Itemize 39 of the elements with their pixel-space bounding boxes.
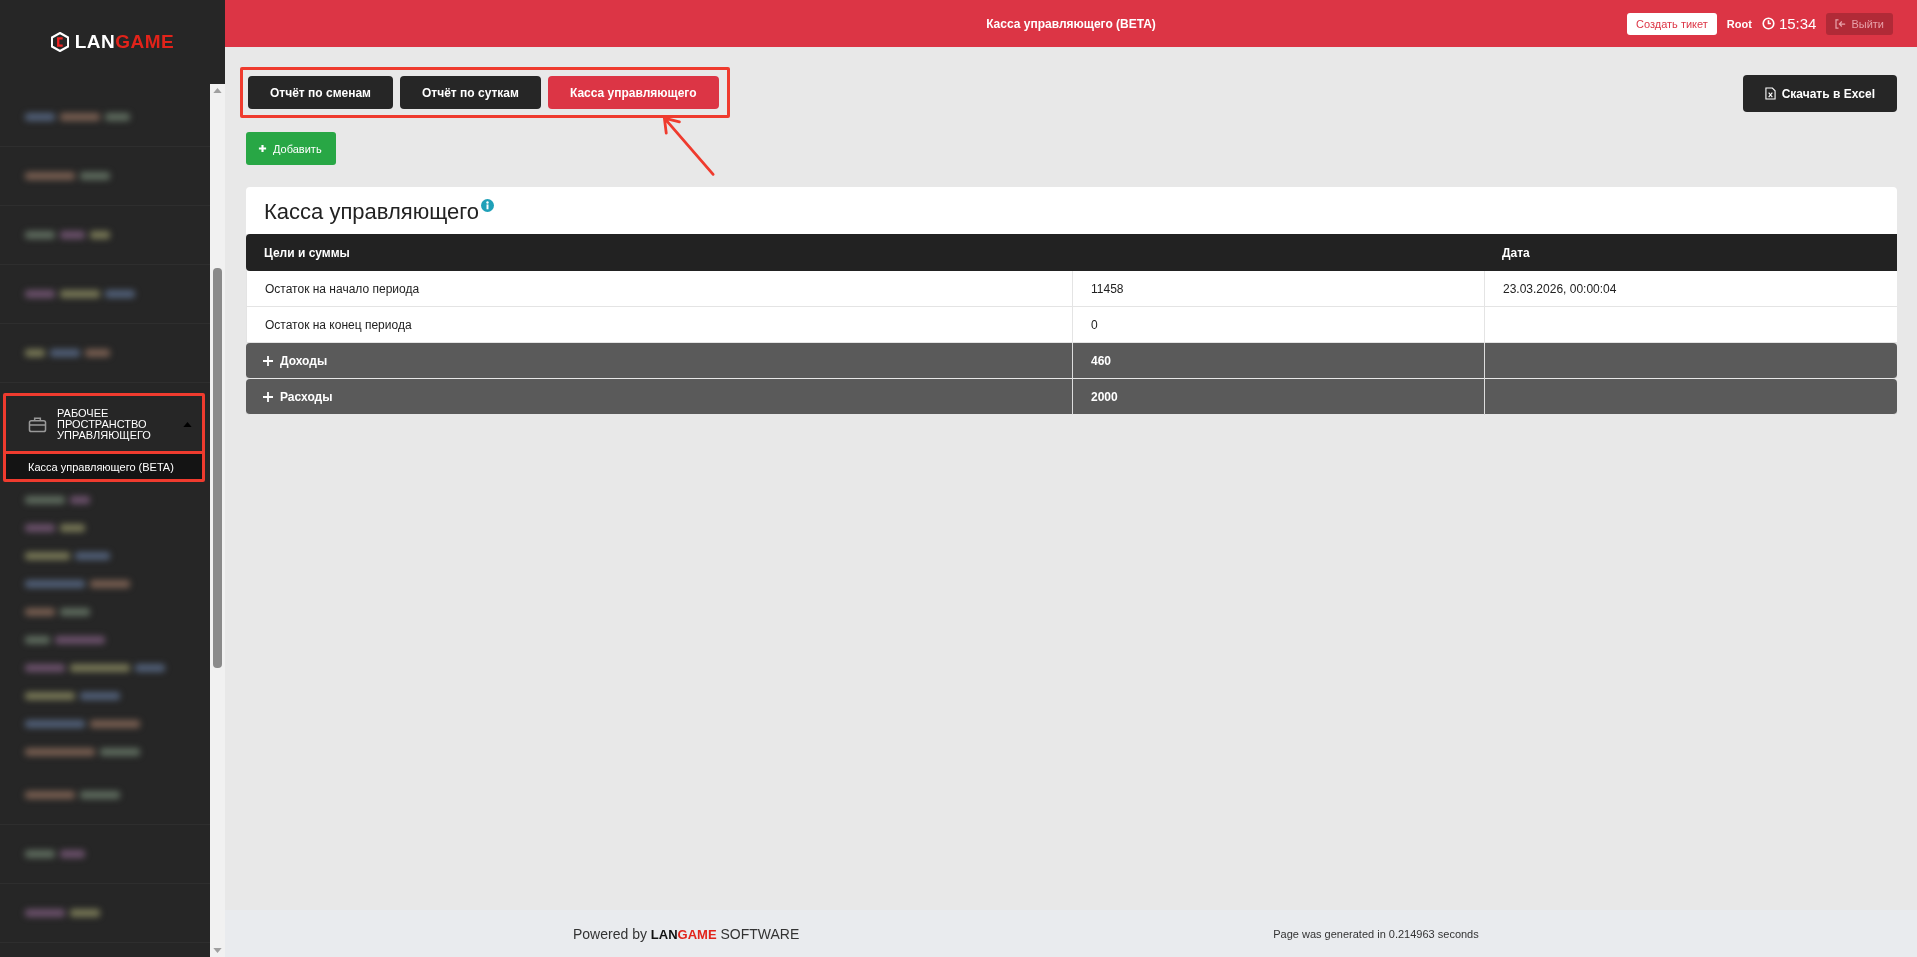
table-cell: 2000 [1072, 379, 1484, 415]
plus-icon [262, 354, 274, 367]
clock-icon [1761, 17, 1775, 30]
spreadsheet-file-icon [1764, 87, 1776, 100]
expandable-row-cell[interactable]: Расходы [246, 379, 1072, 415]
expandable-row-cell[interactable]: Доходы [246, 343, 1072, 379]
user-name: Root [1726, 17, 1752, 30]
powered-by-text: Powered by LANGAME SOFTWARE [573, 925, 800, 942]
table-cell: Остаток на начало периода [246, 271, 1072, 307]
column-header: Дата [1484, 234, 1897, 271]
scrollbar-thumb[interactable] [213, 268, 222, 668]
group-label: РАБОЧЕЕ ПРОСТРАНСТВО УПРАВЛЯЮЩЕГО [57, 408, 152, 441]
table-cell: 460 [1072, 343, 1484, 379]
logout-icon [1835, 18, 1848, 29]
scrollbar[interactable] [210, 84, 225, 957]
report-tab[interactable]: Отчёт по суткам [400, 76, 541, 109]
clock-time: 15:34 [1778, 15, 1817, 32]
report-tab[interactable]: Касса управляющего [547, 76, 719, 109]
info-icon[interactable] [481, 199, 495, 212]
logo: LANGAME [50, 0, 175, 84]
table-cell: 11458 [1072, 271, 1484, 307]
page-title: Касса управляющего (BETA) [986, 16, 1156, 31]
report-tab[interactable]: Отчёт по сменам [248, 76, 393, 109]
generation-time-text: Page was generated in 0.214963 seconds [1273, 927, 1479, 940]
table-cell: Остаток на конец периода [246, 307, 1072, 343]
scroll-up-icon[interactable] [213, 88, 222, 93]
table-cell: 23.03.2026, 00:00:04 [1484, 271, 1897, 307]
caret-icon [183, 422, 192, 427]
briefcase-icon [28, 416, 47, 433]
plus-icon [258, 144, 267, 153]
submenu-item[interactable]: Касса управляющего (BETA) [6, 454, 202, 479]
excel-download-button[interactable]: Скачать в Excel [1742, 75, 1897, 112]
column-header: Цели и суммы [246, 234, 1484, 271]
plus-icon [262, 390, 274, 403]
scroll-down-icon[interactable] [213, 948, 222, 953]
table-cell: 0 [1072, 307, 1484, 343]
card-title: Касса управляющего [264, 199, 480, 225]
logo-icon [50, 32, 69, 52]
create-ticket-button[interactable]: Создать тикет [1627, 12, 1717, 35]
